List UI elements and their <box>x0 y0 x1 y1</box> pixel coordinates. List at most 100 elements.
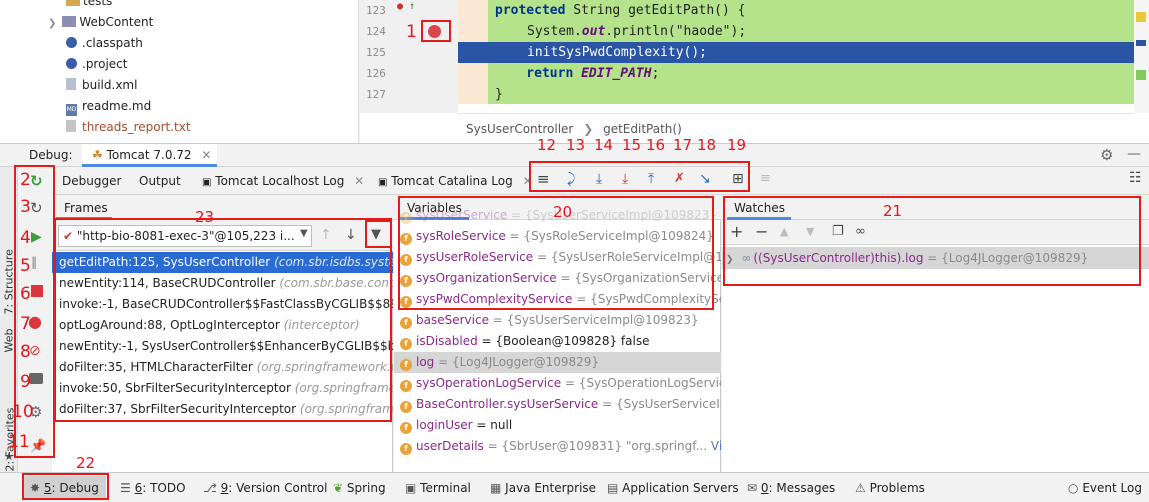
tree-item[interactable]: build.xml <box>66 78 358 98</box>
variable-row[interactable]: f sysRoleService = {SysRoleServiceImpl@10… <box>394 226 721 247</box>
tool-tab-problems[interactable]: ⚠ Problems <box>855 481 925 495</box>
annotation-number: 13 <box>566 136 586 154</box>
annotation-number: 12 <box>537 136 557 154</box>
breakpoint-icon[interactable] <box>428 25 441 38</box>
annotation-number: 9 <box>20 372 31 392</box>
annotation-number: 5 <box>20 256 31 276</box>
override-gutter-icon[interactable]: ● <box>397 0 403 17</box>
move-up-icon[interactable]: ▲ <box>780 225 788 238</box>
tree-item[interactable]: .project <box>66 57 358 77</box>
close-icon[interactable]: ✕ <box>354 174 364 188</box>
minimize-icon[interactable]: — <box>1127 146 1141 162</box>
warning-icon: ⚠ <box>855 481 866 495</box>
run-to-cursor-icon[interactable]: ↘ <box>699 171 711 187</box>
rerun-icon[interactable]: ↻ <box>30 172 43 190</box>
tab-tomcat-localhost-log[interactable]: ▣ Tomcat Localhost Log ✕ <box>202 174 364 188</box>
watch-row[interactable]: ❯ ∞ ((SysUserController)this).log = {Log4… <box>722 247 1149 269</box>
tab-debugger[interactable]: Debugger <box>62 174 121 188</box>
tool-tab-debug[interactable]: ✸ 5: Debug <box>24 476 106 500</box>
frame-row[interactable]: optLogAround:88, OptLogInterceptor (inte… <box>52 315 393 336</box>
breadcrumb-item[interactable]: SysUserController <box>466 122 573 136</box>
frame-row[interactable]: invoke:-1, BaseCRUDController$$FastClass… <box>52 294 393 315</box>
code-editor[interactable]: 123 ● ↑ protected String getEditPath() {… <box>360 0 1149 143</box>
tool-tab-spring[interactable]: ❦ Spring <box>333 481 386 495</box>
filter-icon[interactable]: ▼ <box>371 227 381 242</box>
remove-watch-icon[interactable]: − <box>755 222 768 241</box>
annotation-number: 14 <box>594 136 614 154</box>
frame-row[interactable]: getEditPath:125, SysUserController (com.… <box>52 252 393 273</box>
tool-tab-application-servers[interactable]: ▤ Application Servers <box>607 481 739 495</box>
trace-current-stream-icon[interactable]: ≡ <box>760 171 771 186</box>
tool-tab-messages[interactable]: ✉ 0: Messages <box>747 481 835 495</box>
tool-tab-event-log[interactable]: ○ Event Log <box>1068 481 1142 495</box>
tool-tab-terminal[interactable]: ▣ Terminal <box>405 481 471 495</box>
variable-row[interactable]: f userDetails = {SbrUser@109831} "org.spr… <box>394 436 721 457</box>
web-side-tab[interactable]: Web <box>3 323 16 353</box>
camera-icon[interactable] <box>29 373 43 384</box>
variable-row[interactable]: f sysOperationLogService = {SysOperationL… <box>394 373 721 394</box>
project-tree: tests ❯ WebContent .classpath .project bu… <box>0 0 359 143</box>
variable-row[interactable]: f isDisabled = {Boolean@109828} false <box>394 331 721 352</box>
gear-icon[interactable]: ⚙ <box>1100 146 1113 164</box>
tree-item[interactable]: MD readme.md <box>66 99 358 119</box>
duplicate-icon[interactable]: ❐ <box>832 224 844 239</box>
step-into-icon[interactable]: ⤓ <box>596 171 602 187</box>
tab-debug-session[interactable]: ☘ Tomcat 7.0.72 ✕ <box>82 144 217 167</box>
tool-tab-todo[interactable]: ☰ 6: TODO <box>120 481 186 495</box>
frame-row[interactable]: doFilter:37, SbrFilterSecurityIntercepto… <box>52 399 393 420</box>
resume-icon[interactable]: ▶ <box>31 229 42 245</box>
annotation-number: 2 <box>20 170 31 190</box>
variable-row[interactable]: f loginUser = null <box>394 415 721 436</box>
chevron-down-icon[interactable]: ▼ <box>300 228 308 239</box>
pin-icon[interactable]: 📌 <box>30 439 46 454</box>
close-icon[interactable]: ✕ <box>523 174 533 188</box>
evaluate-expression-icon[interactable]: ⊞ <box>732 171 744 187</box>
step-over-icon[interactable]: ⤸ <box>567 171 575 187</box>
event-log-icon: ○ <box>1068 481 1079 495</box>
view-link[interactable]: View <box>711 439 721 453</box>
frame-row[interactable]: invoke:50, SbrFilterSecurityInterceptor … <box>52 378 393 399</box>
layout-options-icon[interactable]: ☷ <box>1129 170 1142 186</box>
drop-frame-icon[interactable]: ✗ <box>674 171 685 186</box>
frame-row[interactable]: doFilter:35, HTMLCharacterFilter (org.sp… <box>52 357 393 378</box>
add-watch-icon[interactable]: + <box>730 222 743 241</box>
annotation-number: 19 <box>727 136 747 154</box>
file-icon <box>66 37 77 48</box>
variable-row[interactable]: f sysOrganizationService = {SysOrganizati… <box>394 268 721 289</box>
next-frame-icon[interactable]: ↓ <box>345 227 357 243</box>
tool-tab-version-control[interactable]: ⎇ 9: Version Control <box>203 481 327 495</box>
expand-arrow-icon[interactable]: ❯ <box>48 18 56 29</box>
variable-row[interactable]: f sysPwdComplexityService = {SysPwdComple… <box>394 289 721 310</box>
stop-icon[interactable] <box>31 285 43 297</box>
variable-row[interactable]: f baseService = {SysUserServiceImpl@10982… <box>394 310 721 331</box>
pause-icon[interactable]: ‖ <box>31 255 37 269</box>
thread-selector[interactable]: ✔ "http-bio-8081-exec-3"@105,223 i... <box>58 225 312 247</box>
expand-arrow-icon[interactable]: ❯ <box>726 255 734 265</box>
show-values-icon[interactable]: ∞ <box>855 224 866 239</box>
structure-side-tab[interactable]: 7: Structure <box>3 245 16 314</box>
restore-layout-icon[interactable]: ↻ <box>30 199 43 217</box>
force-step-into-icon[interactable]: ⤓ <box>622 171 628 187</box>
frame-row[interactable]: newEntity:114, BaseCRUDController (com.s… <box>52 273 393 294</box>
close-icon[interactable]: ✕ <box>201 148 211 162</box>
annotation-number: 23 <box>195 208 215 226</box>
frame-row[interactable]: newEntity:-1, SysUserController$$Enhance… <box>52 336 393 357</box>
tab-output[interactable]: Output <box>139 174 181 188</box>
variable-row[interactable]: f sysUserRoleService = {SysUserRoleServic… <box>394 247 721 268</box>
scrollbar-marker[interactable] <box>1136 12 1146 22</box>
breadcrumb-item[interactable]: getEditPath() <box>603 122 682 136</box>
code-line: 124 System.out.println("haode"); <box>366 24 747 39</box>
tree-item[interactable]: threads_report.txt <box>66 120 358 140</box>
show-execution-point-icon[interactable]: ≡ <box>537 170 550 188</box>
tree-item[interactable]: tests <box>66 0 358 14</box>
variable-row[interactable]: f log = {Log4JLogger@109829} <box>394 352 721 373</box>
tab-tomcat-catalina-log[interactable]: ▣ Tomcat Catalina Log ✕ <box>378 174 533 188</box>
previous-frame-icon[interactable]: ↑ <box>320 227 332 243</box>
step-out-icon[interactable]: ⤒ <box>648 171 654 187</box>
move-down-icon[interactable]: ▼ <box>806 225 814 238</box>
tree-item[interactable]: ❯ WebContent <box>48 15 358 35</box>
annotation-number: 11 <box>8 432 30 452</box>
variable-row[interactable]: f BaseController.sysUserService = {SysUse… <box>394 394 721 415</box>
tool-tab-java-enterprise[interactable]: ▦ Java Enterprise <box>490 481 596 495</box>
tree-item[interactable]: .classpath <box>66 36 358 56</box>
